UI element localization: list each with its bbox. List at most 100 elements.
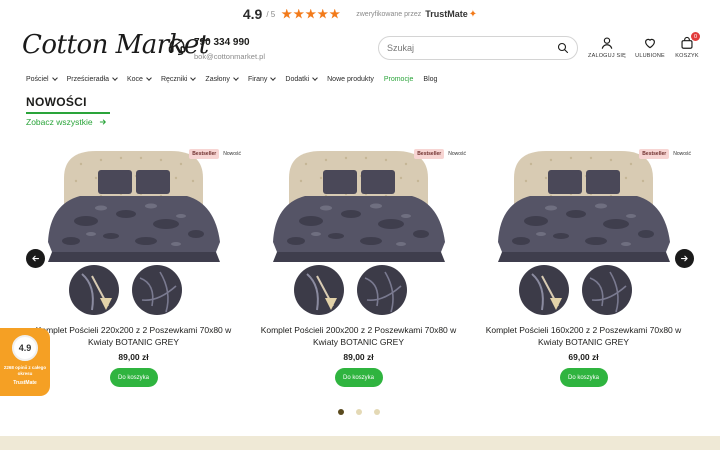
section-title: NOWOŚCI — [26, 95, 87, 109]
nav-item-label: Nowe produkty — [327, 75, 374, 83]
trustmate-brand-text: TrustMate — [425, 9, 468, 19]
site-header: Cotton Market 790 334 990 bok@cottonmark… — [0, 28, 720, 68]
add-to-cart-button[interactable]: Do koszyka — [559, 368, 608, 387]
nav-item-label: Pościel — [26, 75, 49, 83]
trustmate-logo: TrustMate ✦ — [425, 9, 477, 20]
arrow-left-icon — [32, 255, 40, 262]
phone-number[interactable]: 790 334 990 — [194, 37, 250, 48]
nav-item-zaslony[interactable]: Zasłony — [205, 74, 239, 83]
chevron-down-icon — [190, 74, 197, 81]
nav-item-blog[interactable]: Blog — [423, 76, 437, 83]
carousel-pagination — [338, 409, 380, 415]
product-card[interactable]: Bestseller Nowość Komplet Pościeli 160x2… — [476, 146, 691, 387]
bestseller-badge: Bestseller — [414, 149, 445, 159]
trustmate-score: 4.9 — [12, 335, 38, 361]
nav-item-przescieradla[interactable]: Prześcieradła — [66, 74, 118, 83]
product-badges: Bestseller Nowość — [639, 149, 691, 159]
new-badge: Nowość — [673, 151, 691, 157]
star-icon — [329, 8, 341, 19]
trustmate-widget[interactable]: 4.9 2268 opinii z całego okresu TrustMat… — [0, 328, 50, 396]
product-name[interactable]: Komplet Pościeli 220x200 z 2 Poszewkami … — [26, 324, 241, 348]
trustmate-rating-bar[interactable]: 4.9 / 5 zweryfikowane przez TrustMate ✦ — [0, 0, 720, 28]
login-button[interactable]: ZALOGUJ SIĘ — [585, 36, 629, 59]
login-label: ZALOGUJ SIĘ — [588, 53, 626, 59]
product-card[interactable]: Bestseller Nowość Komplet Pościeli 220x2… — [26, 146, 241, 387]
bedding-photo — [273, 151, 445, 315]
rating-scale: / 5 — [266, 9, 276, 19]
rating-stars — [281, 8, 341, 20]
favorites-label: ULUBIONE — [635, 53, 665, 59]
product-image[interactable]: Bestseller Nowość — [26, 146, 241, 321]
nav-item-label: Promocje — [383, 75, 414, 83]
chevron-down-icon — [146, 74, 152, 81]
nav-item-posciel[interactable]: Pościel — [26, 74, 58, 83]
chevron-down-icon — [270, 74, 277, 81]
nav-item-koce[interactable]: Koce — [127, 74, 152, 83]
product-price: 89,00 zł — [343, 352, 374, 362]
product-price: 89,00 zł — [118, 352, 149, 362]
trustmate-widget-brand: TrustMate — [13, 380, 37, 386]
star-icon — [317, 8, 329, 19]
carousel-next-button[interactable] — [675, 249, 694, 268]
nav-item-label: Koce — [127, 75, 143, 83]
trustmate-mark-icon: ✦ — [468, 8, 478, 20]
chevron-down-icon — [112, 74, 118, 81]
nav-item-reczniki[interactable]: Ręczniki — [160, 74, 197, 83]
headset-icon — [168, 38, 186, 56]
star-icon — [305, 8, 317, 19]
nav-item-dodatki[interactable]: Dodatki — [285, 74, 318, 83]
arrow-right-icon — [99, 119, 106, 125]
arrow-right-icon — [680, 255, 688, 262]
cart-count-badge: 0 — [691, 32, 700, 41]
product-name[interactable]: Komplet Pościeli 200x200 z 2 Poszewkami … — [251, 324, 466, 348]
nav-item-label: Dodatki — [285, 75, 310, 83]
contact-email[interactable]: bok@cottonmarket.pl — [194, 52, 265, 61]
star-icon — [293, 8, 305, 19]
cart-label: KOSZYK — [675, 53, 699, 59]
chevron-down-icon — [312, 74, 318, 81]
see-all-label: Zobacz wszystkie — [26, 117, 93, 127]
nav-item-promocje[interactable]: Promocje — [384, 76, 414, 83]
product-badges: Bestseller Nowość — [189, 149, 241, 159]
bedding-photo — [48, 151, 220, 315]
product-image[interactable]: Bestseller Nowość — [251, 146, 466, 321]
new-badge: Nowość — [448, 151, 466, 157]
search-box[interactable] — [378, 36, 578, 60]
cart-button[interactable]: 0 KOSZYK — [665, 32, 709, 59]
bestseller-badge: Bestseller — [639, 149, 670, 159]
add-to-cart-button[interactable]: Do koszyka — [334, 368, 383, 387]
product-name[interactable]: Komplet Pościeli 160x200 z 2 Poszewkami … — [476, 324, 691, 348]
see-all-link[interactable]: Zobacz wszystkie — [26, 117, 107, 127]
chevron-down-icon — [51, 74, 58, 81]
chevron-down-icon — [233, 74, 239, 81]
user-icon — [601, 37, 613, 49]
trustmate-reviews-count: 2268 opinii z całego okresu — [3, 365, 47, 376]
carousel-dot[interactable] — [356, 409, 362, 415]
search-input[interactable] — [387, 43, 557, 53]
carousel-dot[interactable] — [338, 409, 344, 415]
nav-item-label: Blog — [423, 75, 438, 83]
nav-item-label: Prześcieradła — [66, 75, 109, 83]
star-icon — [281, 8, 293, 19]
section-underline — [26, 112, 110, 114]
bestseller-badge: Bestseller — [189, 149, 220, 159]
nav-item-label: Zasłony — [205, 75, 230, 83]
product-image[interactable]: Bestseller Nowość — [476, 146, 691, 321]
heart-icon — [645, 38, 655, 49]
bedding-photo — [498, 151, 670, 315]
main-navigation: Pościel Prześcieradła Koce Ręczniki Zasł… — [26, 72, 447, 86]
product-badges: Bestseller Nowość — [414, 149, 466, 159]
nav-item-label: Firany — [247, 75, 268, 83]
new-badge: Nowość — [223, 151, 241, 157]
rating-score: 4.9 — [242, 6, 263, 22]
nav-item-firany[interactable]: Firany — [247, 74, 277, 83]
product-card[interactable]: Bestseller Nowość Komplet Pościeli 200x2… — [251, 146, 466, 387]
product-price: 69,00 zł — [568, 352, 599, 362]
add-to-cart-button[interactable]: Do koszyka — [109, 368, 158, 387]
search-icon[interactable] — [557, 42, 569, 54]
nav-item-label: Ręczniki — [160, 75, 188, 83]
nav-item-nowe-produkty[interactable]: Nowe produkty — [327, 76, 374, 83]
carousel-prev-button[interactable] — [26, 249, 45, 268]
footer-strip — [0, 436, 720, 450]
carousel-dot[interactable] — [374, 409, 380, 415]
